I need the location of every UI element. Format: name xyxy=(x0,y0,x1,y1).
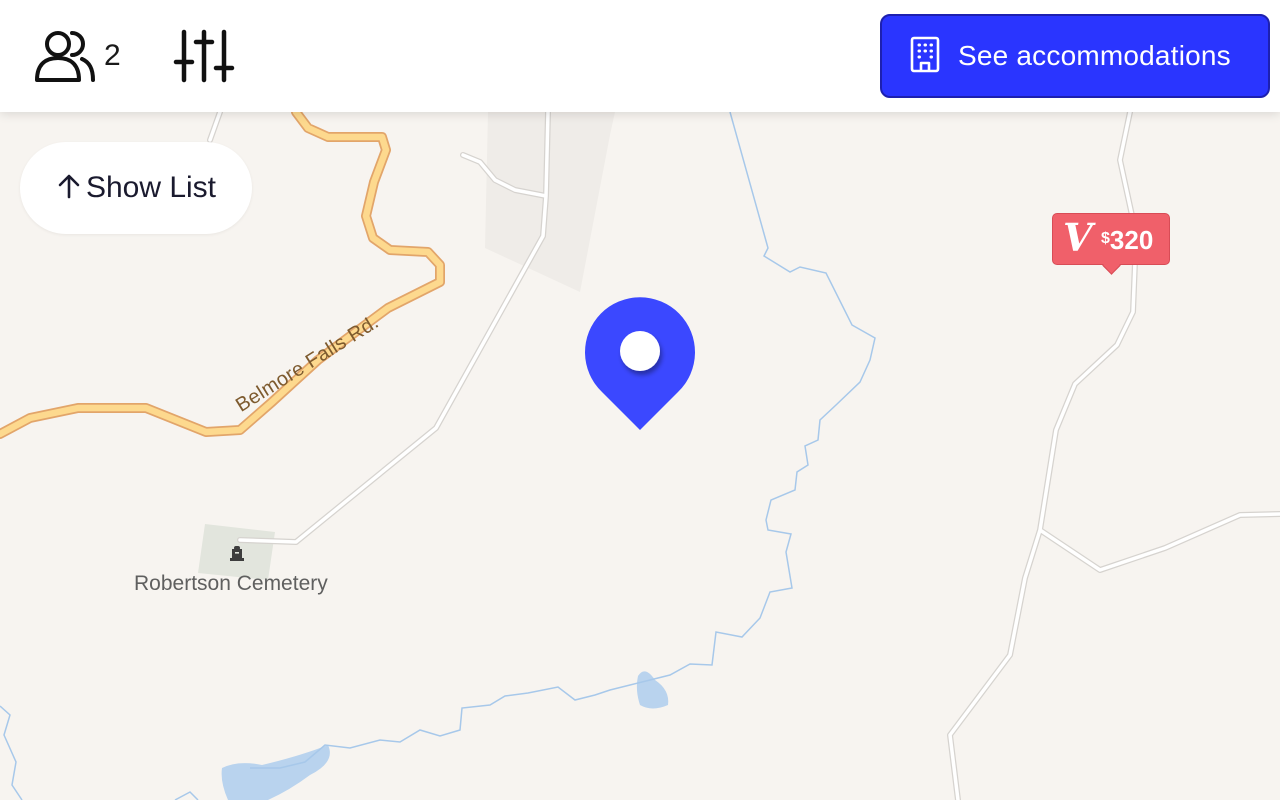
stream xyxy=(174,791,199,800)
guest-count: 2 xyxy=(104,39,121,72)
users-icon xyxy=(34,28,96,84)
see-accommodations-label: See accommodations xyxy=(958,40,1231,71)
see-accommodations-button[interactable]: See accommodations xyxy=(880,14,1270,98)
show-list-button[interactable]: Show List xyxy=(20,142,252,234)
currency-symbol: $ xyxy=(1101,230,1110,247)
top-bar: 2 See accommodations xyxy=(0,0,1280,112)
price-label: $320 xyxy=(1101,224,1153,255)
filters-button[interactable] xyxy=(172,28,236,89)
brand-v-icon: V xyxy=(1063,215,1093,260)
show-list-label: Show List xyxy=(85,171,217,204)
building-icon xyxy=(908,35,942,78)
water-body xyxy=(221,745,330,800)
location-pin-icon[interactable] xyxy=(584,296,696,437)
guests-button[interactable]: 2 xyxy=(34,28,121,84)
cemetery-icon xyxy=(229,544,245,567)
stream xyxy=(0,705,23,800)
arrow-up-icon xyxy=(56,172,82,205)
place-label-cemetery: Robertson Cemetery xyxy=(134,572,328,595)
sliders-icon xyxy=(172,29,236,88)
price-value: 320 xyxy=(1109,225,1154,255)
price-marker[interactable]: V $320 xyxy=(1052,213,1170,265)
